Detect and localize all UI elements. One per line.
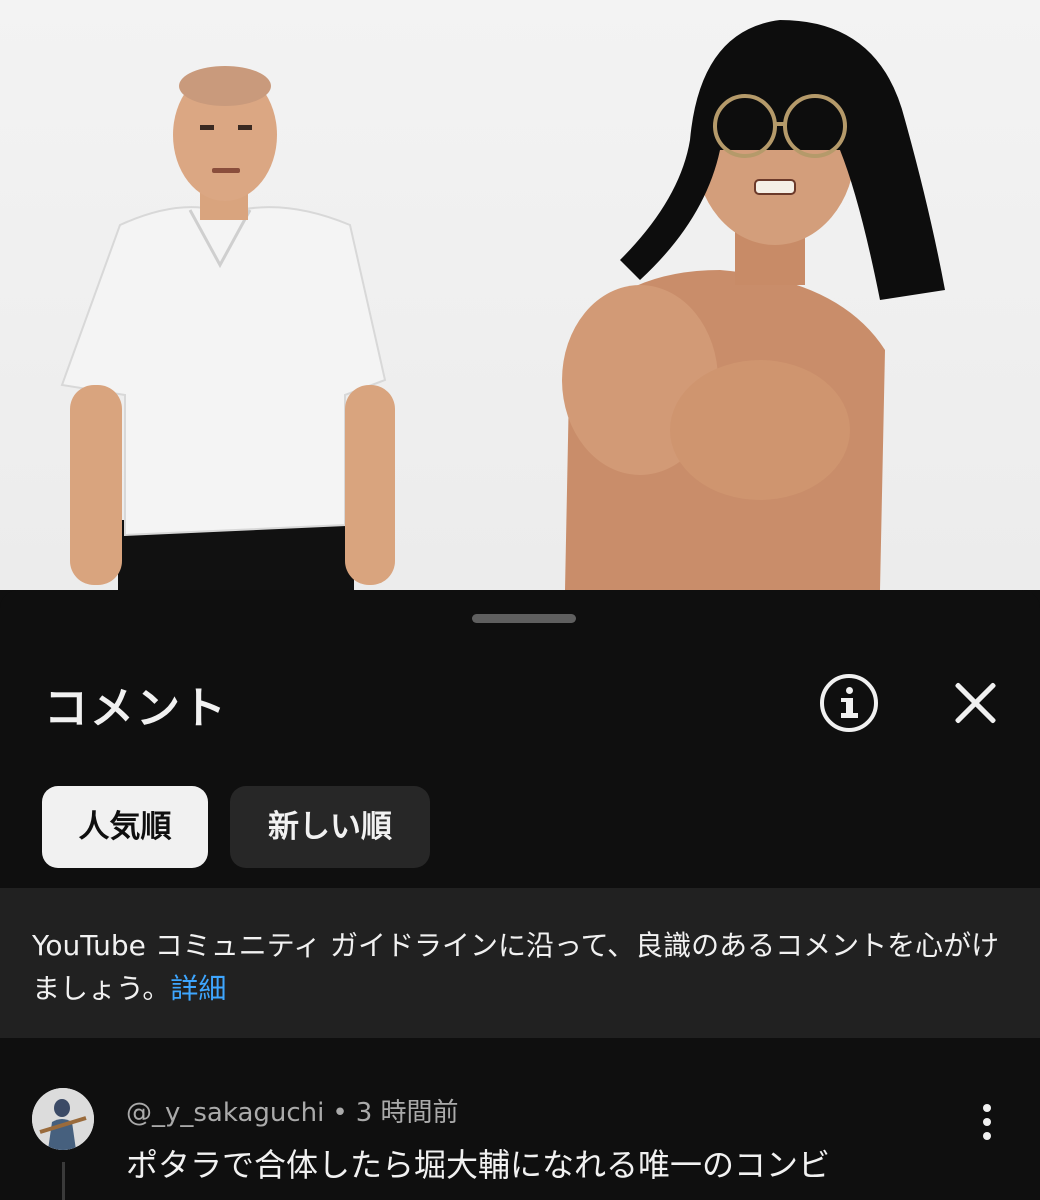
person-right [562, 20, 945, 590]
avatar[interactable] [32, 1088, 94, 1150]
screen: コメント 人気順 新しい順 YouTube コミュニティ ガイドラインに沿って、… [0, 0, 1040, 1200]
video-frame-illustration [60, 20, 945, 590]
sort-chip-popular[interactable]: 人気順 [42, 786, 208, 868]
comments-title: コメント [44, 683, 228, 734]
comment-text: ポタラで合体したら堀大輔になれる唯一のコンビ [126, 1146, 831, 1184]
info-icon[interactable] [820, 674, 878, 732]
guideline-notice: YouTube コミュニティ ガイドラインに沿って、良識のあるコメントを心がけま… [0, 888, 1040, 1038]
comment-item: @_y_sakaguchi • 3 時間前 ポタラで合体したら堀大輔になれる唯一のコ… [0, 1038, 1040, 1200]
guideline-details-link[interactable]: 詳細 [170, 972, 226, 1005]
comment-time: 3 時間前 [355, 1098, 459, 1128]
comments-sheet: コメント 人気順 新しい順 YouTube コミュニティ ガイドラインに沿って、… [0, 590, 1040, 1200]
comment-meta: @_y_sakaguchi • 3 時間前 [126, 1092, 459, 1129]
comment-author[interactable]: @_y_sakaguchi [126, 1098, 324, 1128]
more-options-icon[interactable] [968, 1102, 1008, 1142]
thread-line [62, 1162, 65, 1200]
video-player[interactable] [0, 0, 1040, 590]
avatar-illustration [32, 1088, 94, 1150]
sort-chip-newest[interactable]: 新しい順 [230, 786, 430, 868]
person-left [60, 66, 395, 590]
guideline-notice-text: YouTube コミュニティ ガイドラインに沿って、良識のあるコメントを心がけま… [32, 924, 1012, 1010]
close-icon[interactable] [952, 680, 998, 726]
meta-separator: • [332, 1098, 348, 1128]
drag-handle[interactable] [472, 614, 576, 623]
